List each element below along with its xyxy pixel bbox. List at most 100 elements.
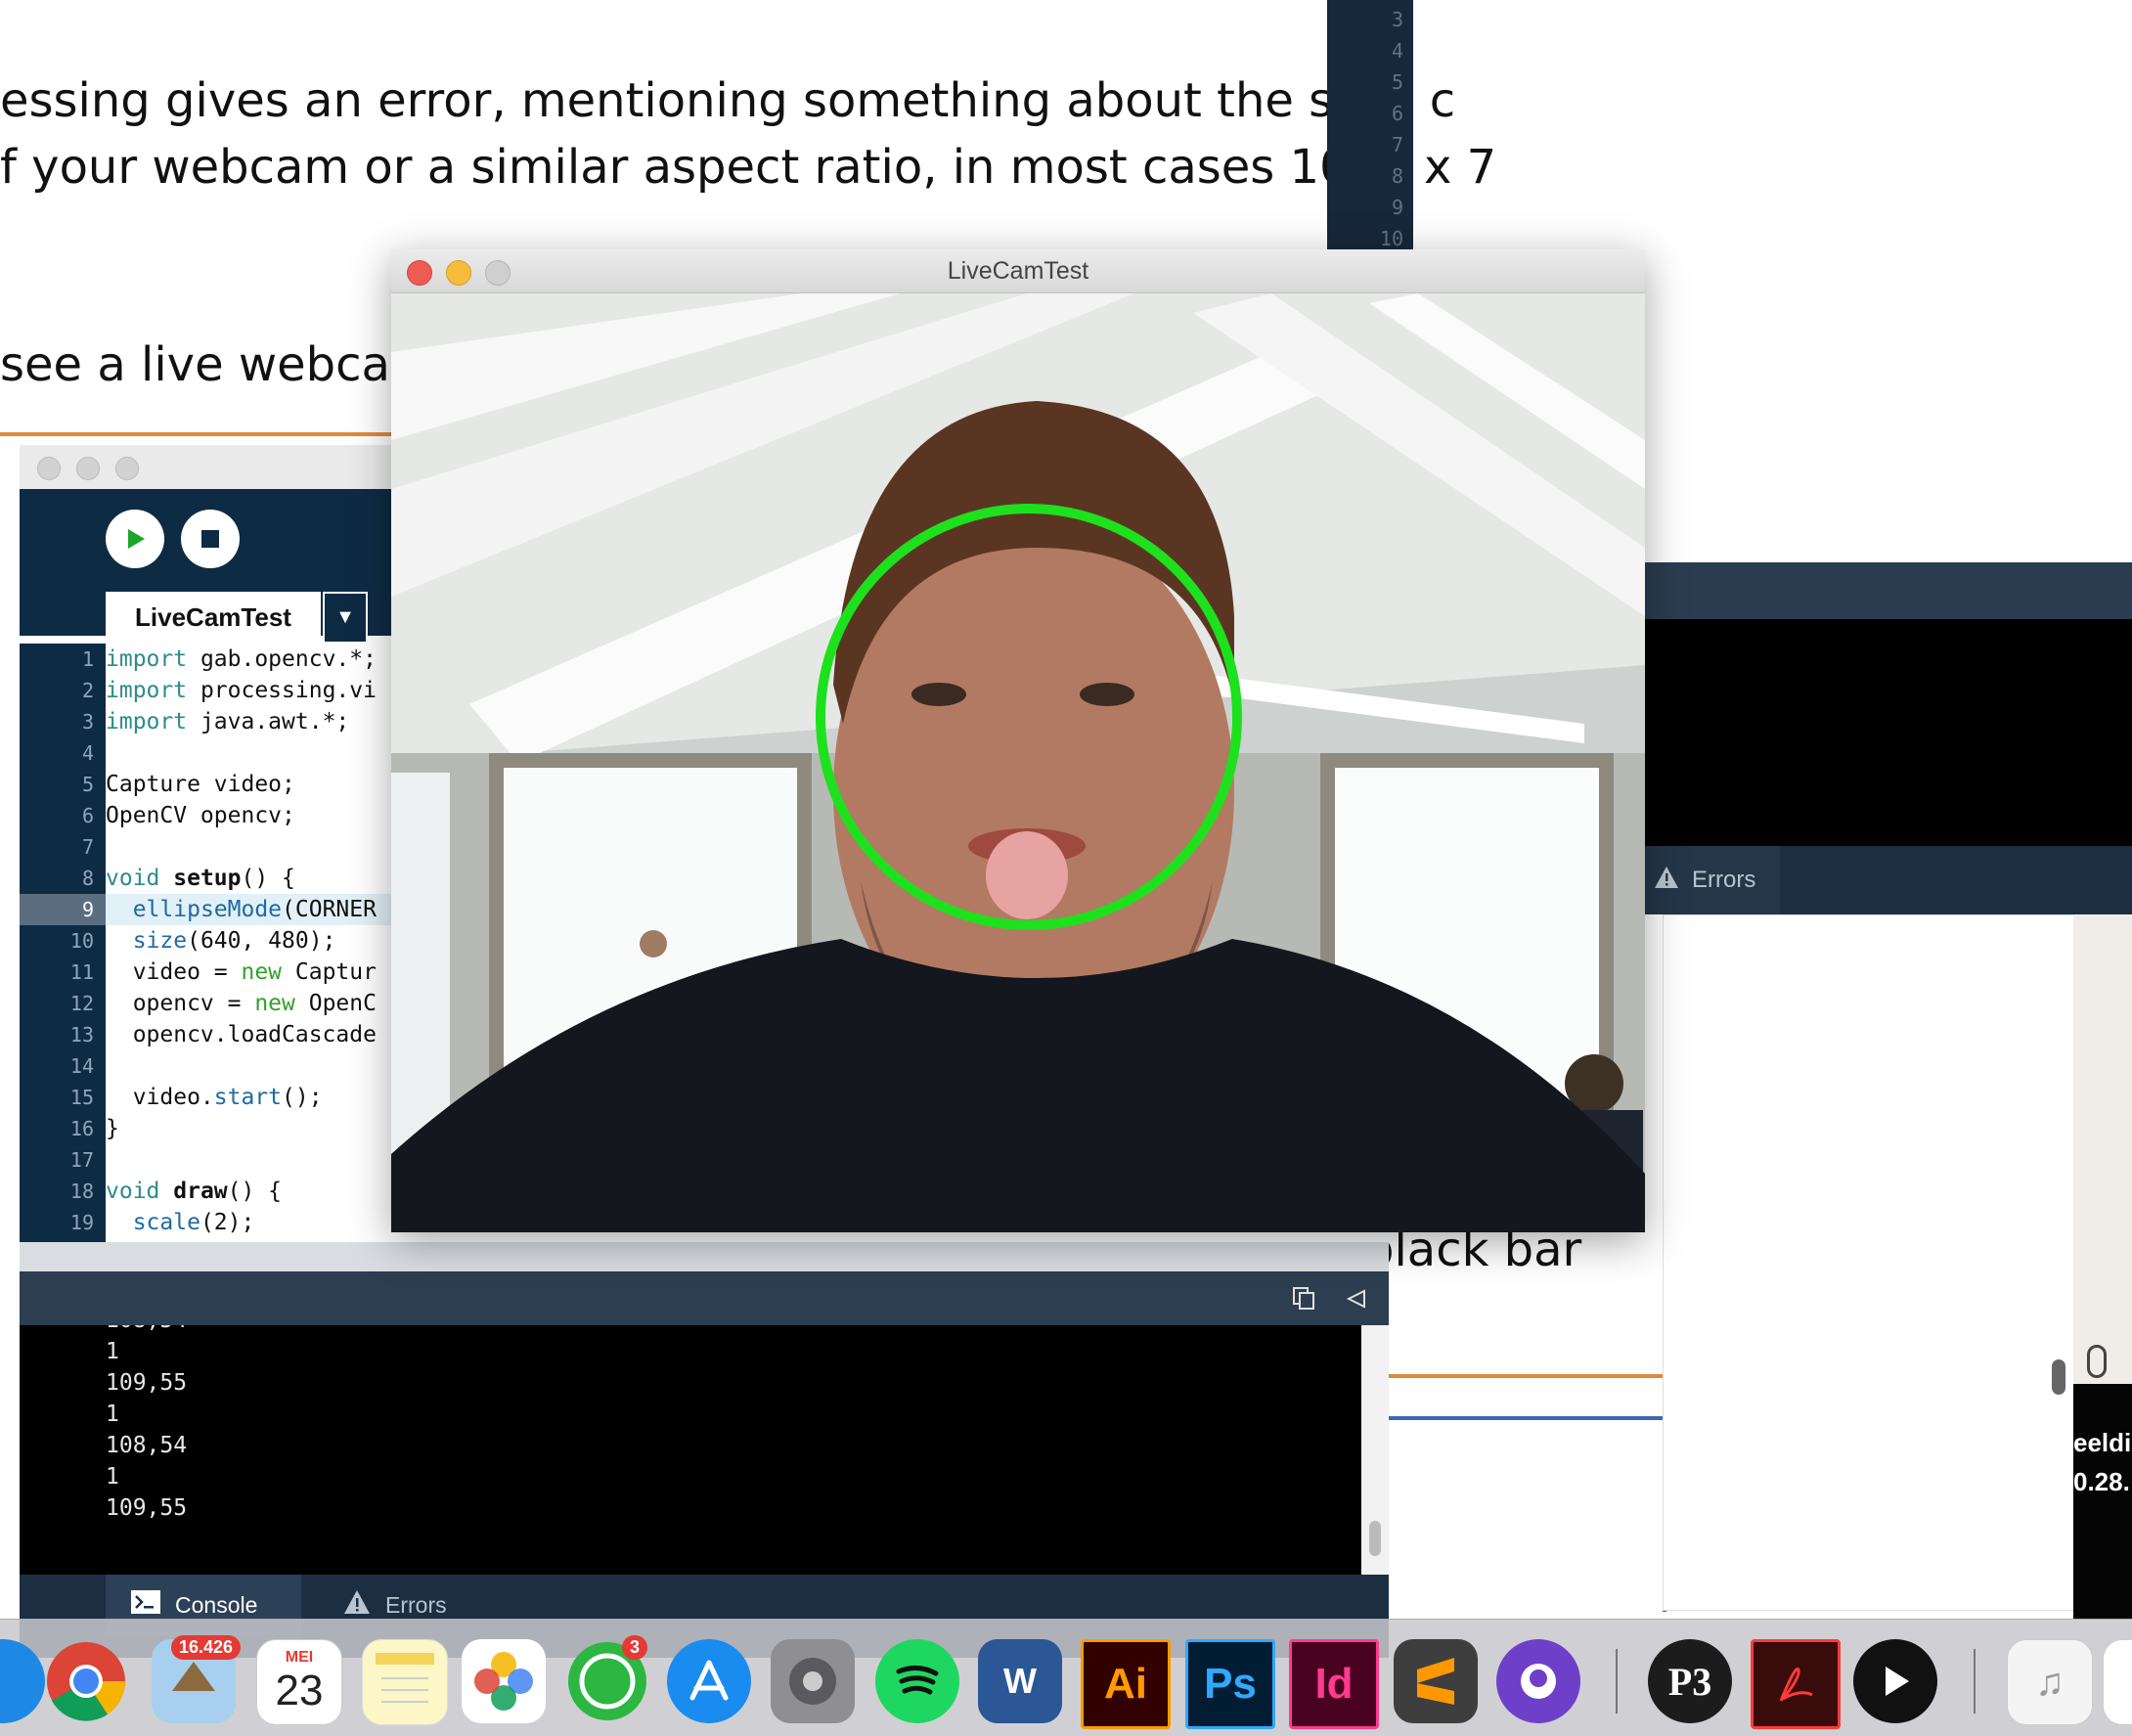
window-close-button[interactable] [37, 457, 61, 480]
sublime-text-icon[interactable] [1394, 1639, 1478, 1723]
notes-icon[interactable] [362, 1639, 448, 1725]
line-number: 17 [69, 1148, 94, 1172]
word-icon[interactable]: W [978, 1639, 1062, 1723]
document-preview-icon[interactable] [2103, 1639, 2132, 1725]
window-minimize-button[interactable] [76, 457, 100, 480]
calendar-day: 23 [275, 1667, 324, 1714]
line-number: 13 [69, 1023, 94, 1046]
music-document-icon[interactable]: ♫ [2007, 1639, 2093, 1725]
stop-button[interactable] [181, 510, 240, 568]
chat-scrollbar[interactable] [2052, 1359, 2065, 1395]
line-number: 19 [69, 1211, 94, 1234]
window-zoom-button[interactable] [115, 457, 139, 480]
photos-icon[interactable] [462, 1639, 546, 1723]
app-store-icon[interactable] [667, 1639, 751, 1723]
mail-icon[interactable]: 16.426 [152, 1635, 242, 1723]
spotify-icon[interactable] [875, 1639, 959, 1723]
code-line: void setup() { [106, 866, 295, 891]
macos-dock: 16.426 MEI 23 3 W Ai Ps Id P3 ♫ [0, 1619, 2132, 1736]
line-number: 12 [69, 992, 94, 1015]
play-icon [128, 529, 145, 549]
code-line: ellipseMode(CORNER [132, 897, 377, 922]
background-tabbar: Errors [1643, 846, 2132, 914]
document-popup [1663, 914, 2075, 1611]
line-number: 9 [1391, 196, 1403, 219]
chat-sidebar [2073, 914, 2132, 1384]
document-text-line-1: essing gives an error, mentioning someth… [0, 73, 1456, 128]
calendar-icon[interactable]: MEI 23 [256, 1639, 342, 1725]
video-thumbnail[interactable]: eeldi 0.28. [2073, 1384, 2132, 1619]
window-title: LiveCamTest [947, 257, 1089, 285]
console-panel: 108,54 1 109,55 1 108,54 1 109,55 Consol… [20, 1271, 1389, 1658]
code-line: import processing.vi [106, 678, 377, 703]
line-number: 6 [1391, 102, 1403, 125]
line-number: 3 [81, 710, 94, 734]
sketch-window: LiveCamTest [391, 249, 1645, 1232]
errors-tab-label: Errors [385, 1591, 447, 1618]
collapse-triangle-icon[interactable] [1345, 1287, 1368, 1315]
line-number: 5 [1391, 70, 1403, 94]
code-line: video.start(); [106, 1085, 323, 1110]
indesign-icon[interactable]: Id [1289, 1639, 1379, 1729]
whatsapp-icon[interactable]: 3 [565, 1635, 649, 1723]
illustrator-icon[interactable]: Ai [1081, 1639, 1171, 1729]
line-number: 9 [81, 898, 94, 921]
chrome-icon[interactable] [44, 1639, 128, 1723]
code-line: void draw() { [106, 1179, 283, 1204]
safari-icon[interactable] [0, 1639, 45, 1723]
line-number: 4 [1391, 39, 1403, 63]
document-box-border [0, 432, 401, 436]
line-number: 7 [81, 835, 94, 859]
line-number: 6 [81, 804, 94, 827]
system-preferences-icon[interactable] [771, 1639, 855, 1723]
code-line: Capture video; [106, 772, 295, 797]
scrollbar-thumb[interactable] [1369, 1521, 1381, 1556]
console-line: 109,55 [106, 1495, 188, 1521]
line-number: 18 [69, 1180, 94, 1203]
line-number: 1 [81, 647, 94, 671]
line-number: 10 [1379, 227, 1403, 250]
acrobat-icon[interactable] [1751, 1639, 1841, 1729]
terminal-icon [130, 1589, 161, 1621]
line-number: 14 [69, 1054, 94, 1078]
copy-icon[interactable] [1291, 1285, 1316, 1315]
warning-icon [342, 1588, 372, 1622]
line-number: 16 [69, 1117, 94, 1140]
run-button[interactable] [106, 510, 164, 568]
line-number: 11 [69, 960, 94, 984]
line-number: 5 [81, 773, 94, 796]
code-line: size(640, 480); [132, 928, 336, 954]
document-text-line-3: see a live webcam [0, 337, 436, 392]
microphone-icon[interactable] [2087, 1345, 2107, 1378]
mail-badge: 16.426 [171, 1635, 242, 1660]
console-line: 1 [106, 1402, 119, 1427]
infuse-player-icon[interactable] [1853, 1639, 1937, 1723]
tab-menu-button[interactable]: ▼ [323, 592, 368, 644]
sketch-titlebar[interactable]: LiveCamTest [391, 249, 1645, 293]
background-console [1643, 619, 2132, 846]
video-caption-1: eeldi [2073, 1428, 2132, 1457]
whatsapp-badge: 3 [622, 1635, 648, 1660]
line-number: 10 [69, 929, 94, 953]
background-editor-gutter: 3 4 5 6 7 8 9 10 [1327, 0, 1413, 250]
github-desktop-icon[interactable] [1496, 1639, 1580, 1723]
document-box-border [1389, 1374, 1666, 1378]
line-number: 3 [1391, 8, 1403, 31]
line-number: 8 [81, 867, 94, 890]
dock-separator [1616, 1649, 1618, 1714]
line-number: 4 [81, 741, 94, 765]
photoshop-icon[interactable]: Ps [1185, 1639, 1275, 1729]
tab-livecamtest[interactable]: LiveCamTest [106, 592, 321, 644]
console-scrollbar[interactable] [1361, 1325, 1389, 1575]
video-caption-2: 0.28. [2073, 1467, 2130, 1496]
code-line: import gab.opencv.*; [106, 646, 377, 672]
errors-tab-label: Errors [1692, 867, 1756, 893]
line-number: 7 [1391, 133, 1403, 156]
code-line: opencv = new OpenC [106, 991, 377, 1016]
code-line: } [106, 1116, 119, 1141]
document-text-line-2: f your webcam or a similar aspect ratio,… [0, 140, 1497, 195]
console-output[interactable]: 108,54 1 109,55 1 108,54 1 109,55 [20, 1325, 1361, 1575]
errors-tab[interactable]: Errors [1643, 846, 1780, 914]
processing-icon[interactable]: P3 [1648, 1639, 1732, 1723]
dock-separator [1974, 1649, 1976, 1714]
